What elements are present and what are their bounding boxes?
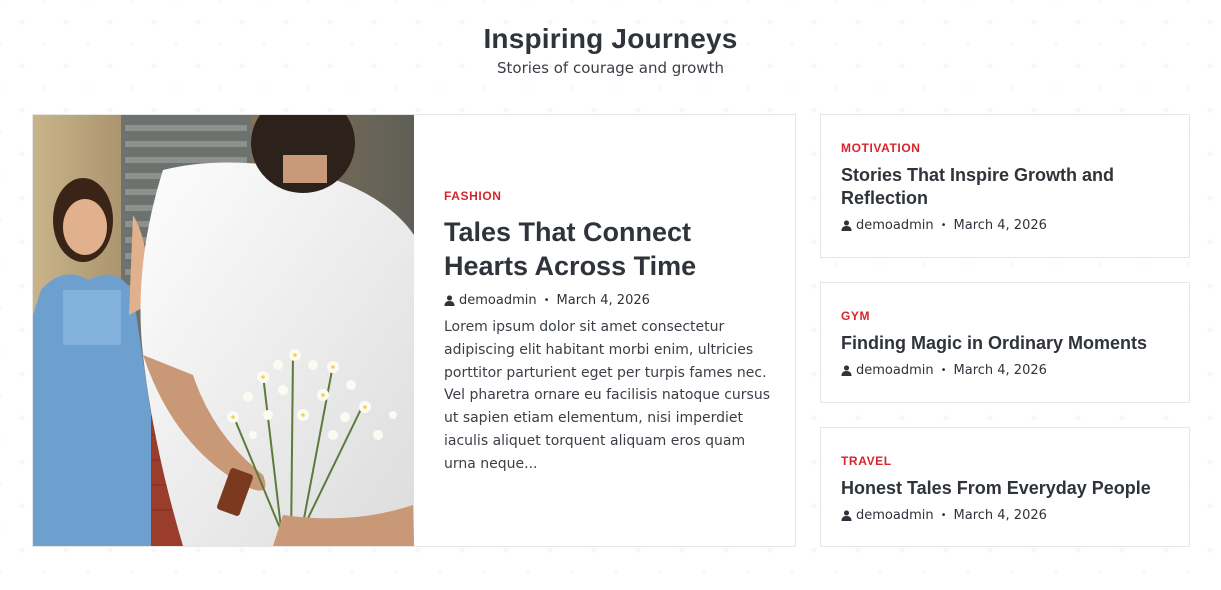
user-icon <box>841 220 852 231</box>
post-author[interactable]: demoadmin <box>856 508 934 523</box>
post-meta: demoadmin • March 4, 2026 <box>841 363 1169 378</box>
user-icon <box>841 365 852 376</box>
post-card: TRAVEL Honest Tales From Everyday People… <box>820 427 1190 547</box>
post-date[interactable]: March 4, 2026 <box>954 508 1047 523</box>
post-category[interactable]: GYM <box>841 309 1169 323</box>
post-author[interactable]: demoadmin <box>856 363 934 378</box>
post-card: MOTIVATION Stories That Inspire Growth a… <box>820 114 1190 258</box>
user-icon <box>841 510 852 521</box>
post-title[interactable]: Finding Magic in Ordinary Moments <box>841 332 1169 355</box>
section-title: Inspiring Journeys <box>483 23 738 54</box>
featured-post-card: FASHION Tales That Connect Hearts Across… <box>32 114 796 547</box>
post-category[interactable]: MOTIVATION <box>841 141 1169 155</box>
post-meta: demoadmin • March 4, 2026 <box>841 508 1169 523</box>
featured-post-title[interactable]: Tales That Connect Hearts Across Time <box>444 215 781 283</box>
featured-photo <box>33 115 414 546</box>
user-icon <box>444 295 455 306</box>
meta-separator: • <box>940 220 947 231</box>
featured-post-author[interactable]: demoadmin <box>459 293 537 308</box>
meta-separator: • <box>940 365 947 376</box>
meta-separator: • <box>940 510 947 521</box>
post-title[interactable]: Honest Tales From Everyday People <box>841 477 1169 500</box>
post-category[interactable]: TRAVEL <box>841 454 1169 468</box>
featured-post-category[interactable]: FASHION <box>444 189 781 203</box>
featured-post-date[interactable]: March 4, 2026 <box>557 293 650 308</box>
post-title[interactable]: Stories That Inspire Growth and Reflecti… <box>841 164 1169 210</box>
meta-separator: • <box>543 295 550 306</box>
post-date[interactable]: March 4, 2026 <box>954 363 1047 378</box>
featured-post-excerpt: Lorem ipsum dolor sit amet consectetur a… <box>444 319 771 472</box>
post-date[interactable]: March 4, 2026 <box>954 218 1047 233</box>
featured-post-body: FASHION Tales That Connect Hearts Across… <box>414 115 795 546</box>
post-card: GYM Finding Magic in Ordinary Moments de… <box>820 282 1190 403</box>
section-subtitle: Stories of courage and growth <box>497 59 724 77</box>
post-author[interactable]: demoadmin <box>856 218 934 233</box>
featured-post-image[interactable] <box>33 115 414 546</box>
section-header: Inspiring Journeys Stories of courage an… <box>0 22 1221 77</box>
featured-post-meta: demoadmin • March 4, 2026 <box>444 293 781 308</box>
post-meta: demoadmin • March 4, 2026 <box>841 218 1169 233</box>
